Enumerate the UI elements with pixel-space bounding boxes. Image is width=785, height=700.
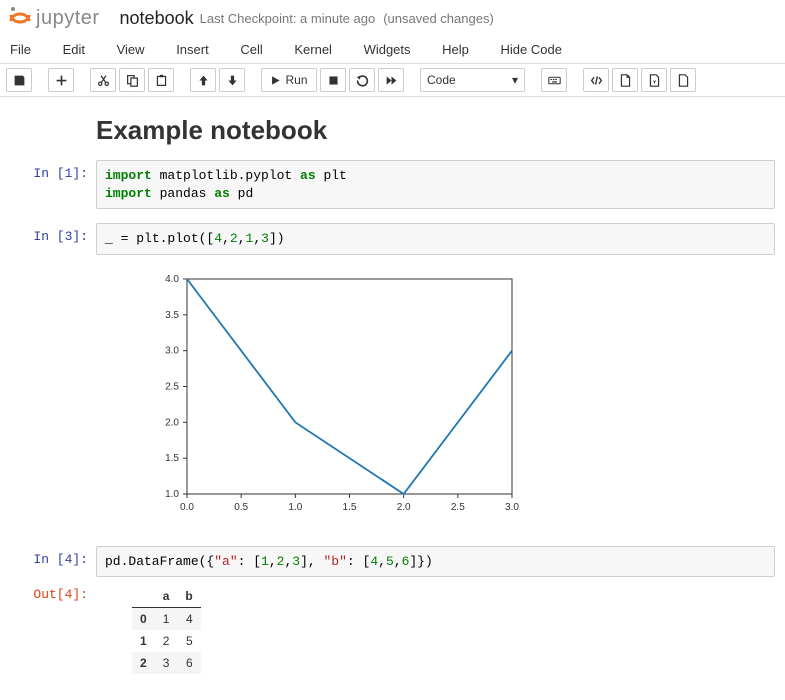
svg-text:4.0: 4.0 bbox=[165, 274, 179, 285]
save-button[interactable] bbox=[6, 68, 32, 92]
copy-button[interactable] bbox=[119, 68, 145, 92]
download-html-button[interactable] bbox=[670, 68, 696, 92]
arrow-up-icon bbox=[197, 74, 210, 87]
menu-widgets[interactable]: Widgets bbox=[364, 42, 411, 57]
menu-view[interactable]: View bbox=[117, 42, 145, 57]
menu-help[interactable]: Help bbox=[442, 42, 469, 57]
notebook-content: Example notebook In [1]: import matplotl… bbox=[0, 97, 785, 700]
menubar: File Edit View Insert Cell Kernel Widget… bbox=[0, 36, 785, 64]
play-icon bbox=[270, 75, 281, 86]
svg-text:0.0: 0.0 bbox=[180, 502, 194, 513]
plus-icon bbox=[55, 74, 68, 87]
menu-file[interactable]: File bbox=[10, 42, 31, 57]
jupyter-logo[interactable]: jupyter bbox=[8, 6, 100, 30]
plot-output: 0.0 0.5 1.0 1.5 2.0 2.5 3.0 1.0 1.5 2.0 2.5 3.0 3.5 4… bbox=[96, 259, 775, 542]
svg-text:3.0: 3.0 bbox=[165, 345, 179, 356]
code-input[interactable]: pd.DataFrame({"a": [1,2,3], "b": [4,5,6]… bbox=[96, 546, 775, 578]
file-blank-icon bbox=[677, 74, 690, 87]
cut-button[interactable] bbox=[90, 68, 116, 92]
output-cell: 0.0 0.5 1.0 1.5 2.0 2.5 3.0 1.0 1.5 2.0 2.5 3.0 3.5 4… bbox=[0, 257, 785, 544]
unsaved-text: (unsaved changes) bbox=[383, 11, 494, 26]
run-all-button[interactable] bbox=[378, 68, 404, 92]
code-input[interactable]: _ = plt.plot([4,2,1,3]) bbox=[96, 223, 775, 255]
code-cell[interactable]: In [1]: import matplotlib.pyplot as plt … bbox=[0, 158, 785, 211]
menu-insert[interactable]: Insert bbox=[176, 42, 209, 57]
jupyter-brand: jupyter bbox=[36, 7, 100, 30]
code-input[interactable]: import matplotlib.pyplot as plt import p… bbox=[96, 160, 775, 209]
toolbar: Run Code▾ bbox=[0, 64, 785, 97]
code-icon bbox=[590, 74, 603, 87]
code-button[interactable] bbox=[583, 68, 609, 92]
svg-text:2.5: 2.5 bbox=[165, 381, 179, 392]
svg-text:1.5: 1.5 bbox=[343, 502, 357, 513]
out-prompt: Out[4]: bbox=[0, 581, 96, 678]
menu-cell[interactable]: Cell bbox=[240, 42, 262, 57]
menu-kernel[interactable]: Kernel bbox=[294, 42, 332, 57]
restart-button[interactable] bbox=[349, 68, 375, 92]
in-prompt: In [3]: bbox=[0, 223, 96, 255]
svg-text:1.5: 1.5 bbox=[165, 453, 179, 464]
markdown-heading: Example notebook bbox=[96, 115, 775, 146]
cell-type-select[interactable]: Code▾ bbox=[420, 68, 525, 92]
in-prompt: In [1]: bbox=[0, 160, 96, 209]
download-button[interactable] bbox=[612, 68, 638, 92]
svg-text:0.5: 0.5 bbox=[234, 502, 248, 513]
file-pdf-icon bbox=[648, 74, 661, 87]
add-cell-button[interactable] bbox=[48, 68, 74, 92]
menu-hide-code[interactable]: Hide Code bbox=[501, 42, 562, 57]
save-icon bbox=[13, 74, 26, 87]
interrupt-button[interactable] bbox=[320, 68, 346, 92]
arrow-down-icon bbox=[226, 74, 239, 87]
code-cell[interactable]: In [3]: _ = plt.plot([4,2,1,3]) bbox=[0, 221, 785, 257]
code-cell[interactable]: In [4]: pd.DataFrame({"a": [1,2,3], "b":… bbox=[0, 544, 785, 580]
checkpoint-text: Last Checkpoint: a minute ago bbox=[200, 11, 376, 26]
svg-text:2.0: 2.0 bbox=[165, 417, 179, 428]
jupyter-icon bbox=[8, 6, 32, 30]
svg-text:1.0: 1.0 bbox=[288, 502, 302, 513]
in-prompt: In [4]: bbox=[0, 546, 96, 578]
move-up-button[interactable] bbox=[190, 68, 216, 92]
header: jupyter notebook Last Checkpoint: a minu… bbox=[0, 0, 785, 32]
svg-text:2.5: 2.5 bbox=[451, 502, 465, 513]
markdown-cell[interactable]: Example notebook bbox=[0, 107, 785, 158]
dataframe-table: ab014125236 bbox=[132, 585, 201, 674]
dataframe-output: ab014125236 bbox=[96, 581, 775, 678]
stop-icon bbox=[327, 74, 340, 87]
command-palette-button[interactable] bbox=[541, 68, 567, 92]
paste-button[interactable] bbox=[148, 68, 174, 92]
menu-edit[interactable]: Edit bbox=[63, 42, 85, 57]
svg-text:3.0: 3.0 bbox=[505, 502, 519, 513]
svg-text:1.0: 1.0 bbox=[165, 489, 179, 500]
cut-icon bbox=[97, 74, 110, 87]
fast-forward-icon bbox=[385, 74, 398, 87]
svg-text:2.0: 2.0 bbox=[397, 502, 411, 513]
svg-text:3.5: 3.5 bbox=[165, 309, 179, 320]
move-down-button[interactable] bbox=[219, 68, 245, 92]
keyboard-icon bbox=[548, 74, 561, 87]
download-pdf-button[interactable] bbox=[641, 68, 667, 92]
run-button[interactable]: Run bbox=[261, 68, 317, 92]
output-cell: Out[4]: ab014125236 bbox=[0, 579, 785, 680]
copy-icon bbox=[126, 74, 139, 87]
file-icon bbox=[619, 74, 632, 87]
notebook-title[interactable]: notebook bbox=[120, 8, 194, 29]
chevron-down-icon: ▾ bbox=[512, 73, 518, 87]
line-chart: 0.0 0.5 1.0 1.5 2.0 2.5 3.0 1.0 1.5 2.0 2.5 3.0 3.5 4… bbox=[132, 269, 527, 529]
restart-icon bbox=[356, 74, 369, 87]
paste-icon bbox=[155, 74, 168, 87]
